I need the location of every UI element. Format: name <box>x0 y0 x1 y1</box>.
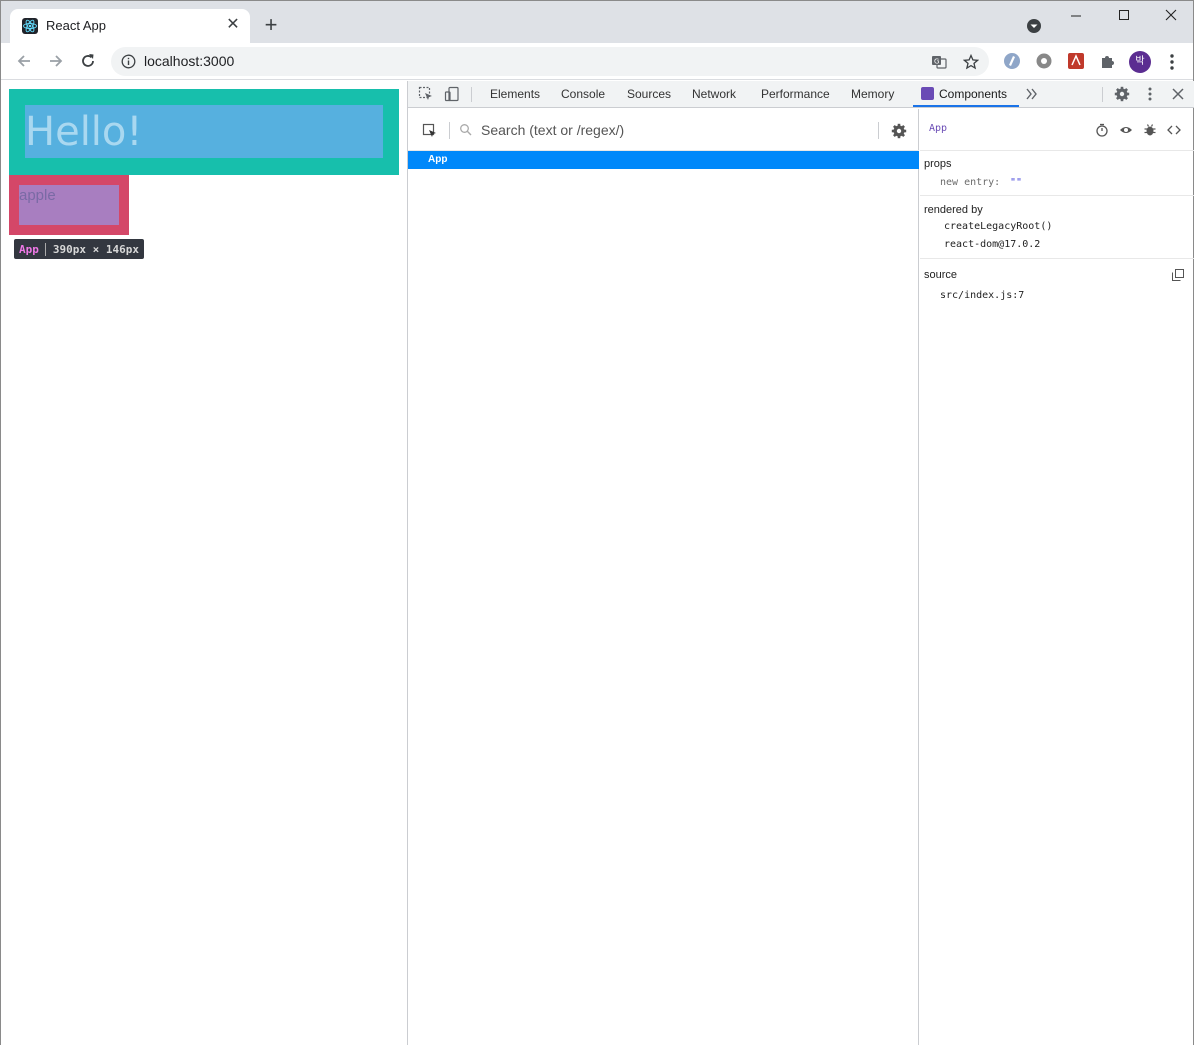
tooltip-size: 390px × 146px <box>52 242 139 256</box>
url-text[interactable]: localhost:3000 <box>144 53 234 69</box>
rendered-by-title: rendered by <box>924 204 983 216</box>
tab-console[interactable]: Console <box>561 87 605 101</box>
browser-window: React App ✕ + localhost:3000 G 박 Hello! … <box>0 0 1194 1045</box>
tab-components[interactable]: Components <box>939 87 1007 101</box>
rendered-by-item: createLegacyRoot() <box>944 221 1053 232</box>
props-section: props new entry: "" <box>920 151 1194 196</box>
inspected-component-name: App <box>929 123 948 134</box>
tab-strip: React App ✕ + <box>1 1 1193 43</box>
devtools-tab-bar: Elements Console Sources Network Perform… <box>408 81 1194 108</box>
tree-search-bar: Search (text or /regex/) <box>408 109 919 151</box>
tab-sources[interactable]: Sources <box>627 87 671 101</box>
rendered-by-section: rendered by createLegacyRoot() react-dom… <box>920 196 1194 259</box>
toolbar-divider <box>471 87 472 102</box>
tooltip-component-name: App <box>19 242 46 256</box>
browser-toolbar: localhost:3000 G 박 <box>1 43 1193 80</box>
back-arrow-icon[interactable] <box>14 51 34 71</box>
device-toolbar-icon[interactable] <box>444 86 460 102</box>
devtools-menu-icon[interactable] <box>1142 86 1158 102</box>
search-divider <box>449 122 450 139</box>
page-viewport: Hello! apple App 390px × 146px <box>1 81 407 1045</box>
devtools-panel: Elements Console Sources Network Perform… <box>407 81 1194 1045</box>
source-title: source <box>924 269 958 281</box>
new-tab-button[interactable]: + <box>259 13 283 37</box>
heading-highlight: Hello! <box>25 105 383 158</box>
browser-tab[interactable]: React App ✕ <box>10 9 250 43</box>
toolbar-divider <box>1102 87 1103 102</box>
tree-row-app[interactable]: App <box>408 151 919 169</box>
tree-row-label: App <box>428 154 448 165</box>
browser-menu-icon[interactable] <box>1163 52 1181 72</box>
react-components-icon <box>921 87 934 100</box>
bookmark-star-icon[interactable] <box>962 53 980 70</box>
tree-settings-gear-icon[interactable] <box>891 123 907 139</box>
active-tab-indicator <box>913 105 1019 107</box>
stopwatch-icon[interactable] <box>1095 123 1109 137</box>
inspector-pane: App props new entry: "" rendered by crea… <box>920 109 1194 1045</box>
tab-performance[interactable]: Performance <box>761 87 830 101</box>
svg-text:G: G <box>934 58 939 66</box>
inspect-tooltip: App 390px × 146px <box>14 239 144 259</box>
forward-arrow-icon[interactable] <box>46 51 66 71</box>
inspector-header: App <box>920 109 1194 151</box>
window-maximize-button[interactable] <box>1109 5 1139 29</box>
address-bar[interactable]: localhost:3000 G <box>111 47 989 76</box>
translate-icon[interactable]: G <box>931 54 947 70</box>
prop-value[interactable]: "" <box>1010 177 1022 188</box>
source-section: source src/index.js:7 <box>920 259 1194 309</box>
extension-blue-icon[interactable] <box>1003 52 1021 70</box>
rendered-by-item: react-dom@17.0.2 <box>944 239 1041 250</box>
tab-close-icon[interactable]: ✕ <box>224 16 242 34</box>
tab-elements[interactable]: Elements <box>490 87 540 101</box>
bug-icon[interactable] <box>1143 123 1157 137</box>
component-search-input[interactable]: Search (text or /regex/) <box>481 122 624 138</box>
extension-red-icon[interactable] <box>1067 52 1085 70</box>
reload-icon[interactable] <box>78 51 98 71</box>
tab-search-icon[interactable] <box>1026 18 1042 34</box>
close-devtools-icon[interactable] <box>1170 86 1186 102</box>
window-close-button[interactable] <box>1156 5 1186 29</box>
source-location[interactable]: src/index.js:7 <box>940 290 1024 301</box>
copy-icon[interactable] <box>1172 268 1186 282</box>
search-divider <box>878 122 879 139</box>
window-minimize-button[interactable] <box>1061 5 1091 29</box>
more-tabs-chevron-icon[interactable] <box>1024 86 1040 102</box>
info-icon[interactable] <box>121 54 136 69</box>
prop-key[interactable]: new entry: <box>940 177 1000 188</box>
list-item-inner-highlight: apple <box>19 185 119 225</box>
inspect-element-icon[interactable] <box>418 86 434 102</box>
react-favicon-icon <box>22 18 38 34</box>
list-item-text: apple <box>19 187 56 204</box>
list-item-highlight: apple <box>9 175 129 235</box>
view-source-code-icon[interactable] <box>1167 123 1181 137</box>
profile-avatar[interactable]: 박 <box>1129 51 1151 73</box>
eye-icon[interactable] <box>1119 123 1133 137</box>
extension-gear-icon[interactable] <box>1035 52 1053 70</box>
select-component-icon[interactable] <box>422 123 438 139</box>
tab-network[interactable]: Network <box>692 87 736 101</box>
tab-memory[interactable]: Memory <box>851 87 894 101</box>
page-heading: Hello! <box>25 109 143 155</box>
search-icon <box>459 123 475 139</box>
settings-gear-icon[interactable] <box>1114 86 1130 102</box>
app-container-highlight: Hello! <box>9 89 399 175</box>
tab-title: React App <box>46 18 106 33</box>
props-section-title: props <box>924 158 952 170</box>
component-tree-pane: Search (text or /regex/) App <box>408 109 919 1045</box>
extensions-puzzle-icon[interactable] <box>1099 52 1117 70</box>
